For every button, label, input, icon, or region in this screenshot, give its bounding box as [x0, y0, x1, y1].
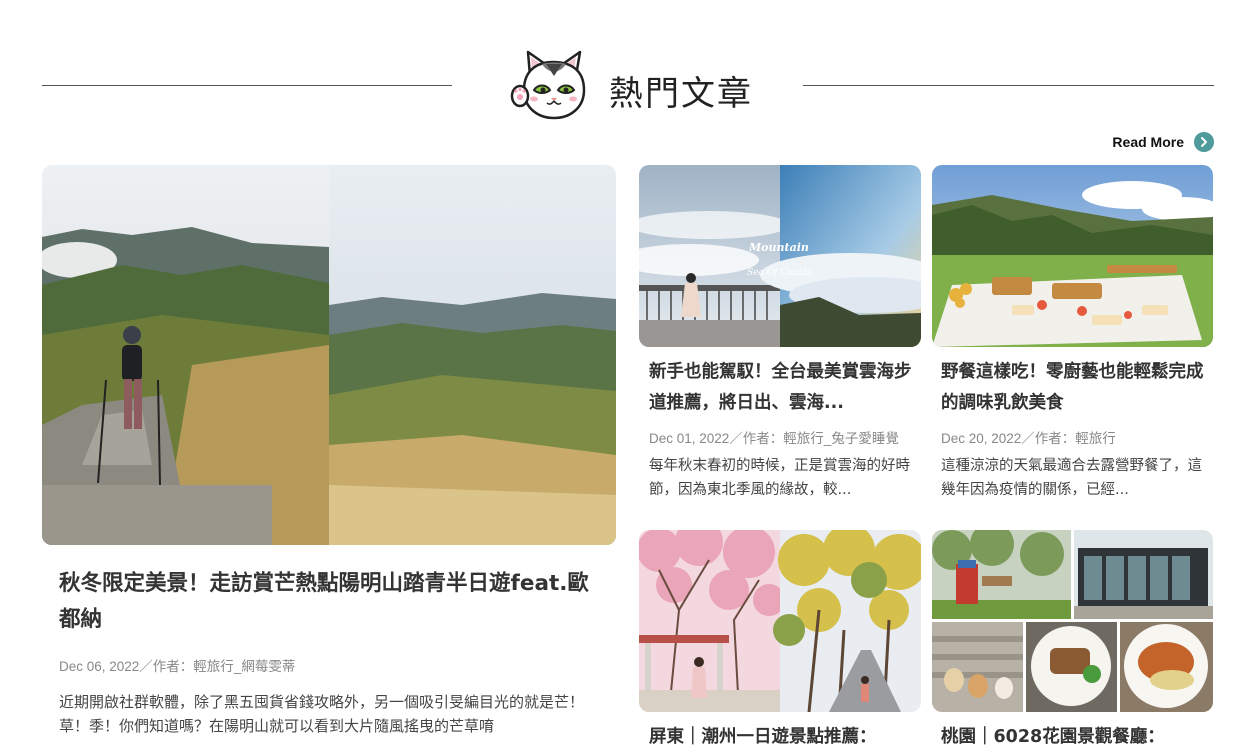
chevron-right-icon	[1194, 132, 1214, 152]
featured-article-meta: Dec 06, 2022／作者：輕旅行_網莓雯蒂	[59, 659, 296, 674]
image-caption-text: Sea Of Clouds	[747, 268, 812, 278]
featured-article-title[interactable]: 秋冬限定美景！走訪賞芒熱點陽明山踏青半日遊feat.歐都納	[59, 566, 609, 638]
cat-mascot-icon	[510, 46, 596, 124]
article-title[interactable]: 野餐這樣吃！零廚藝也能輕鬆完成的調味乳飲美食	[941, 357, 1206, 419]
article-title[interactable]: 屏東｜潮州一日遊景點推薦：	[649, 722, 914, 753]
article-excerpt: 每年秋末春初的時候，正是賞雲海的好時節，因為東北季風的緣故，較...	[649, 458, 910, 498]
read-more-link[interactable]: Read More	[1112, 132, 1214, 152]
featured-article-image[interactable]	[42, 165, 616, 545]
article-excerpt: 這種涼涼的天氣最適合去露營野餐了，這幾年因為疫情的關係，已經...	[941, 458, 1202, 498]
read-more-label: Read More	[1112, 134, 1184, 150]
header-divider-right	[803, 85, 1214, 86]
article-image[interactable]	[932, 530, 1213, 712]
article-image[interactable]	[639, 530, 921, 712]
article-title[interactable]: 桃園｜6028花園景觀餐廳：	[941, 722, 1206, 753]
article-image[interactable]	[932, 165, 1213, 347]
article-meta: Dec 20, 2022／作者：輕旅行	[941, 431, 1116, 446]
article-title[interactable]: 新手也能駕馭！全台最美賞雲海步道推薦，將日出、雲海...	[649, 357, 914, 419]
image-caption-text: Mountain	[748, 241, 809, 254]
article-meta: Dec 01, 2022／作者：輕旅行_兔子愛睡覺	[649, 431, 899, 446]
section-title: 熱門文章	[609, 74, 753, 114]
header-divider-left	[42, 85, 452, 86]
featured-article-excerpt: 近期開啟社群軟體，除了黑五囤貨省錢攻略外，另一個吸引旻編目光的就是芒！草！季！你…	[59, 693, 585, 735]
article-image[interactable]: Mountain Sea Of Clouds	[639, 165, 921, 347]
